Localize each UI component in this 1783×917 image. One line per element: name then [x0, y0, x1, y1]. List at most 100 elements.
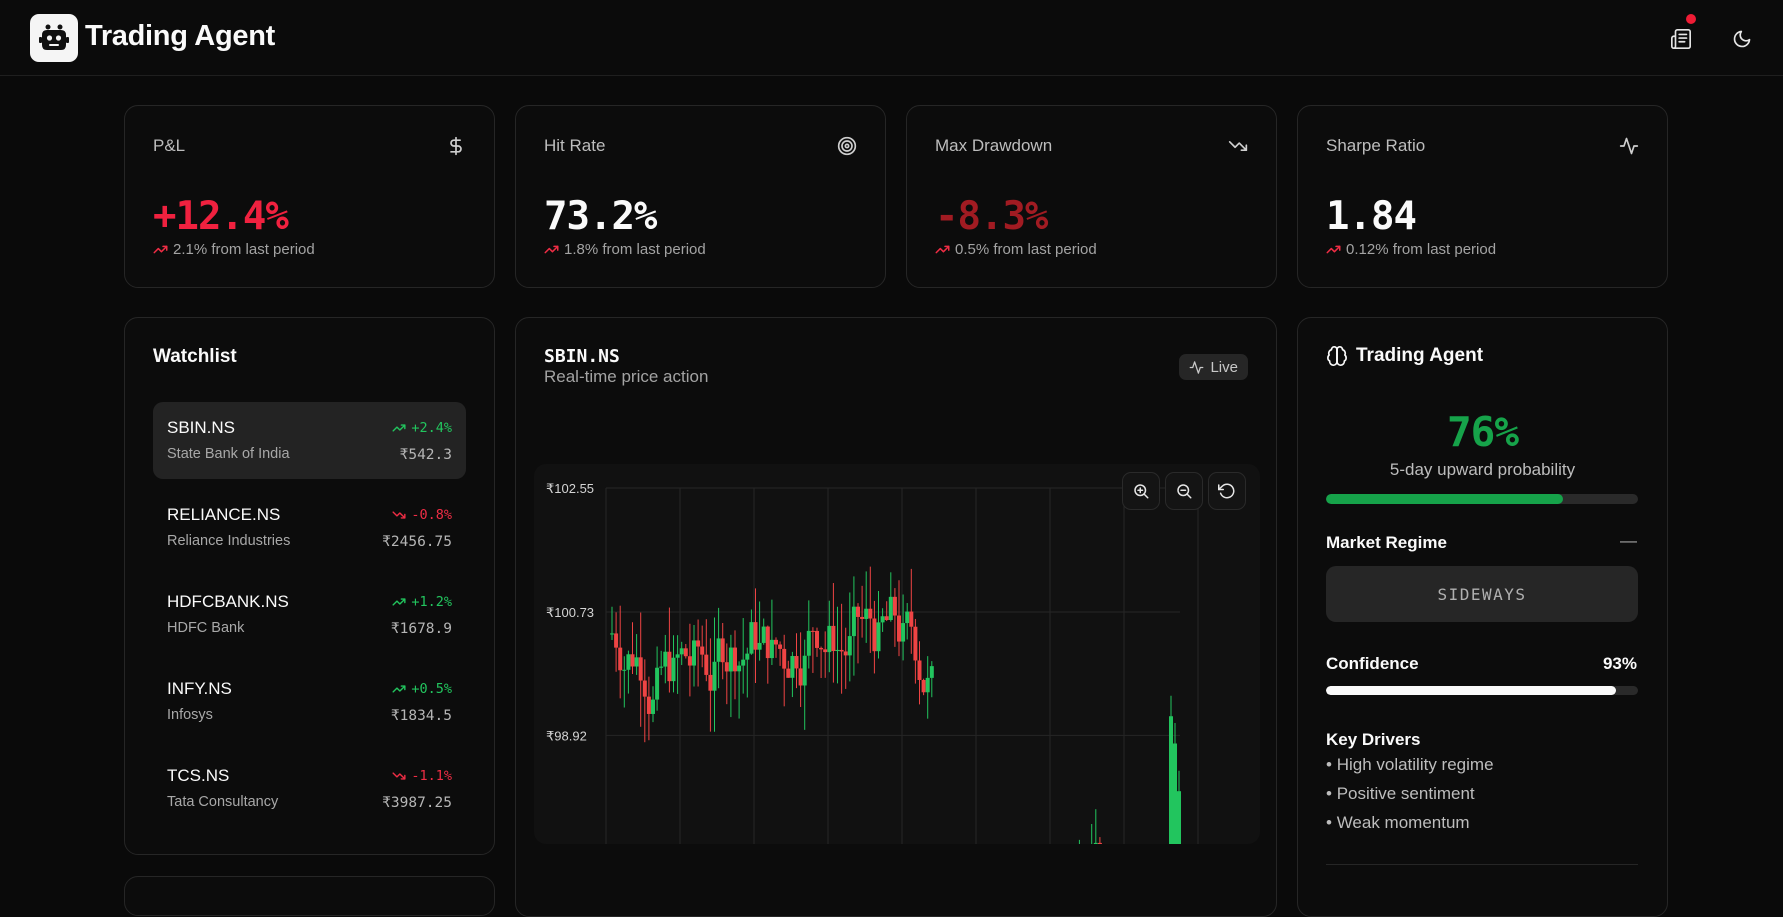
watchlist-change-value: +2.4%: [411, 420, 452, 436]
watchlist-symbol: TCS.NS: [167, 766, 230, 785]
candle-up: [737, 665, 742, 672]
watchlist-symbol: SBIN.NS: [167, 418, 236, 437]
candle-down: [704, 654, 709, 675]
candle-down: [720, 638, 725, 663]
candle-down: [696, 640, 701, 647]
watchlist-item-reliance[interactable]: RELIANCE.NS Reliance Industries -0.8% ₹2…: [153, 489, 466, 566]
regime-badge: SIDEWAYS: [1326, 566, 1638, 622]
watchlist-item-hdfcbank[interactable]: HDFCBANK.NS HDFC Bank +1.2% ₹1678.9: [153, 576, 466, 653]
candle-up: [610, 633, 614, 635]
agent-title: Trading Agent: [1326, 345, 1483, 367]
zoom-out-button[interactable]: [1165, 472, 1203, 510]
price-chart[interactable]: ₹102.55₹100.73₹98.92₹97.11: [534, 464, 1260, 844]
trending-up-icon: [935, 245, 950, 254]
candle-up: [901, 623, 906, 642]
candle-up: [905, 611, 910, 624]
candle-up: [634, 657, 639, 667]
kpi-card-sharpe-ratio: Sharpe Ratio 1.84 0.12% from last period: [1297, 105, 1668, 288]
candle-down: [724, 662, 729, 672]
chart-card: SBIN.NS Real-time price action Live ₹102…: [515, 317, 1277, 917]
y-tick-label: ₹100.73: [546, 605, 594, 620]
candle-up: [851, 606, 856, 637]
reset-zoom-button[interactable]: [1208, 472, 1246, 510]
kpi-card-hit-rate: Hit Rate 73.2% 1.8% from last period: [515, 105, 886, 288]
candle-down: [1097, 842, 1102, 844]
confidence-label: Confidence: [1326, 654, 1419, 673]
watchlist-item-infy[interactable]: INFY.NS Infosys +0.5% ₹1834.5: [153, 663, 466, 740]
watchlist-change: +2.4%: [391, 420, 452, 436]
confidence-value: 93%: [1602, 654, 1637, 673]
watchlist-title: Watchlist: [153, 346, 237, 367]
trending-up-icon: [392, 685, 406, 693]
watchlist-change-value: +1.2%: [411, 594, 452, 610]
trending-up-icon: [392, 424, 406, 432]
watchlist-symbol: INFY.NS: [167, 679, 232, 698]
watchlist-company: Reliance Industries: [167, 533, 291, 549]
candle-down: [917, 660, 922, 680]
moon-icon: [1733, 30, 1751, 48]
candle-up: [876, 622, 881, 652]
watchlist-price: ₹1678.9: [390, 621, 452, 637]
candle-down: [839, 649, 844, 652]
kpi-label: P&L: [153, 136, 186, 155]
drivers-label: Key Drivers: [1326, 730, 1421, 749]
candle-down: [823, 649, 828, 653]
trending-up-icon: [1326, 245, 1341, 254]
watchlist-change-value: -0.8%: [411, 507, 452, 523]
watchlist-item-sbin[interactable]: SBIN.NS State Bank of India +2.4% ₹542.3: [153, 402, 466, 479]
candle-up: [651, 699, 655, 714]
kpi-label: Max Drawdown: [935, 136, 1053, 155]
watchlist-change-value: -1.1%: [411, 768, 452, 784]
candle-down: [815, 630, 819, 648]
candle-up: [663, 651, 668, 667]
probability-bar: [1326, 494, 1638, 504]
zoom-in-button[interactable]: [1122, 472, 1160, 510]
target-icon: [837, 136, 857, 156]
candle-down: [909, 611, 914, 627]
notification-dot: [1686, 14, 1696, 24]
candle-down: [860, 616, 865, 619]
candle-up: [675, 654, 680, 658]
candle-up: [745, 653, 750, 660]
candle-up: [1177, 791, 1181, 844]
candle-down: [614, 633, 619, 648]
driver-text: Positive sentiment: [1336, 784, 1475, 803]
activity-icon: [1190, 360, 1204, 374]
driver-text: Weak momentum: [1336, 813, 1470, 832]
candle-up: [835, 649, 840, 652]
watchlist-company: State Bank of India: [167, 446, 290, 462]
candle-up: [1169, 716, 1173, 844]
candle-down: [642, 680, 647, 697]
lower-card-stub: [124, 876, 495, 916]
kpi-value: 73.2%: [544, 194, 657, 239]
candle-up: [769, 639, 774, 659]
news-button[interactable]: [1666, 14, 1696, 54]
candle-down: [687, 656, 692, 666]
candle-down: [630, 654, 635, 667]
kpi-label: Sharpe Ratio: [1326, 136, 1426, 155]
candle-up: [806, 630, 811, 656]
driver-text: High volatility regime: [1336, 755, 1494, 774]
candle-up: [802, 655, 807, 686]
agent-card: Trading Agent 76% 5-day upward probabili…: [1297, 317, 1668, 917]
candle-up: [761, 626, 766, 643]
candle-down: [884, 616, 889, 621]
watchlist-item-tcs[interactable]: TCS.NS Tata Consultancy -1.1% ₹3987.25: [153, 750, 466, 827]
candle-up: [847, 636, 852, 656]
watchlist-company: Tata Consultancy: [167, 794, 279, 810]
app-logo[interactable]: [30, 14, 78, 62]
y-tick-label: ₹102.55: [546, 481, 594, 496]
kpi-change: 0.12% from last period: [1326, 241, 1496, 258]
live-label: Live: [1210, 358, 1238, 376]
candle-down: [831, 625, 836, 652]
trending-up-icon: [153, 245, 168, 254]
live-badge: Live: [1179, 354, 1248, 380]
dollar-icon: [450, 136, 462, 156]
theme-toggle[interactable]: [1727, 24, 1757, 54]
candle-up: [626, 654, 631, 670]
watchlist-price: ₹1834.5: [390, 708, 452, 724]
candle-up: [741, 659, 746, 666]
candle-down: [843, 651, 848, 656]
candle-up: [728, 647, 733, 672]
candle-down: [921, 679, 926, 693]
